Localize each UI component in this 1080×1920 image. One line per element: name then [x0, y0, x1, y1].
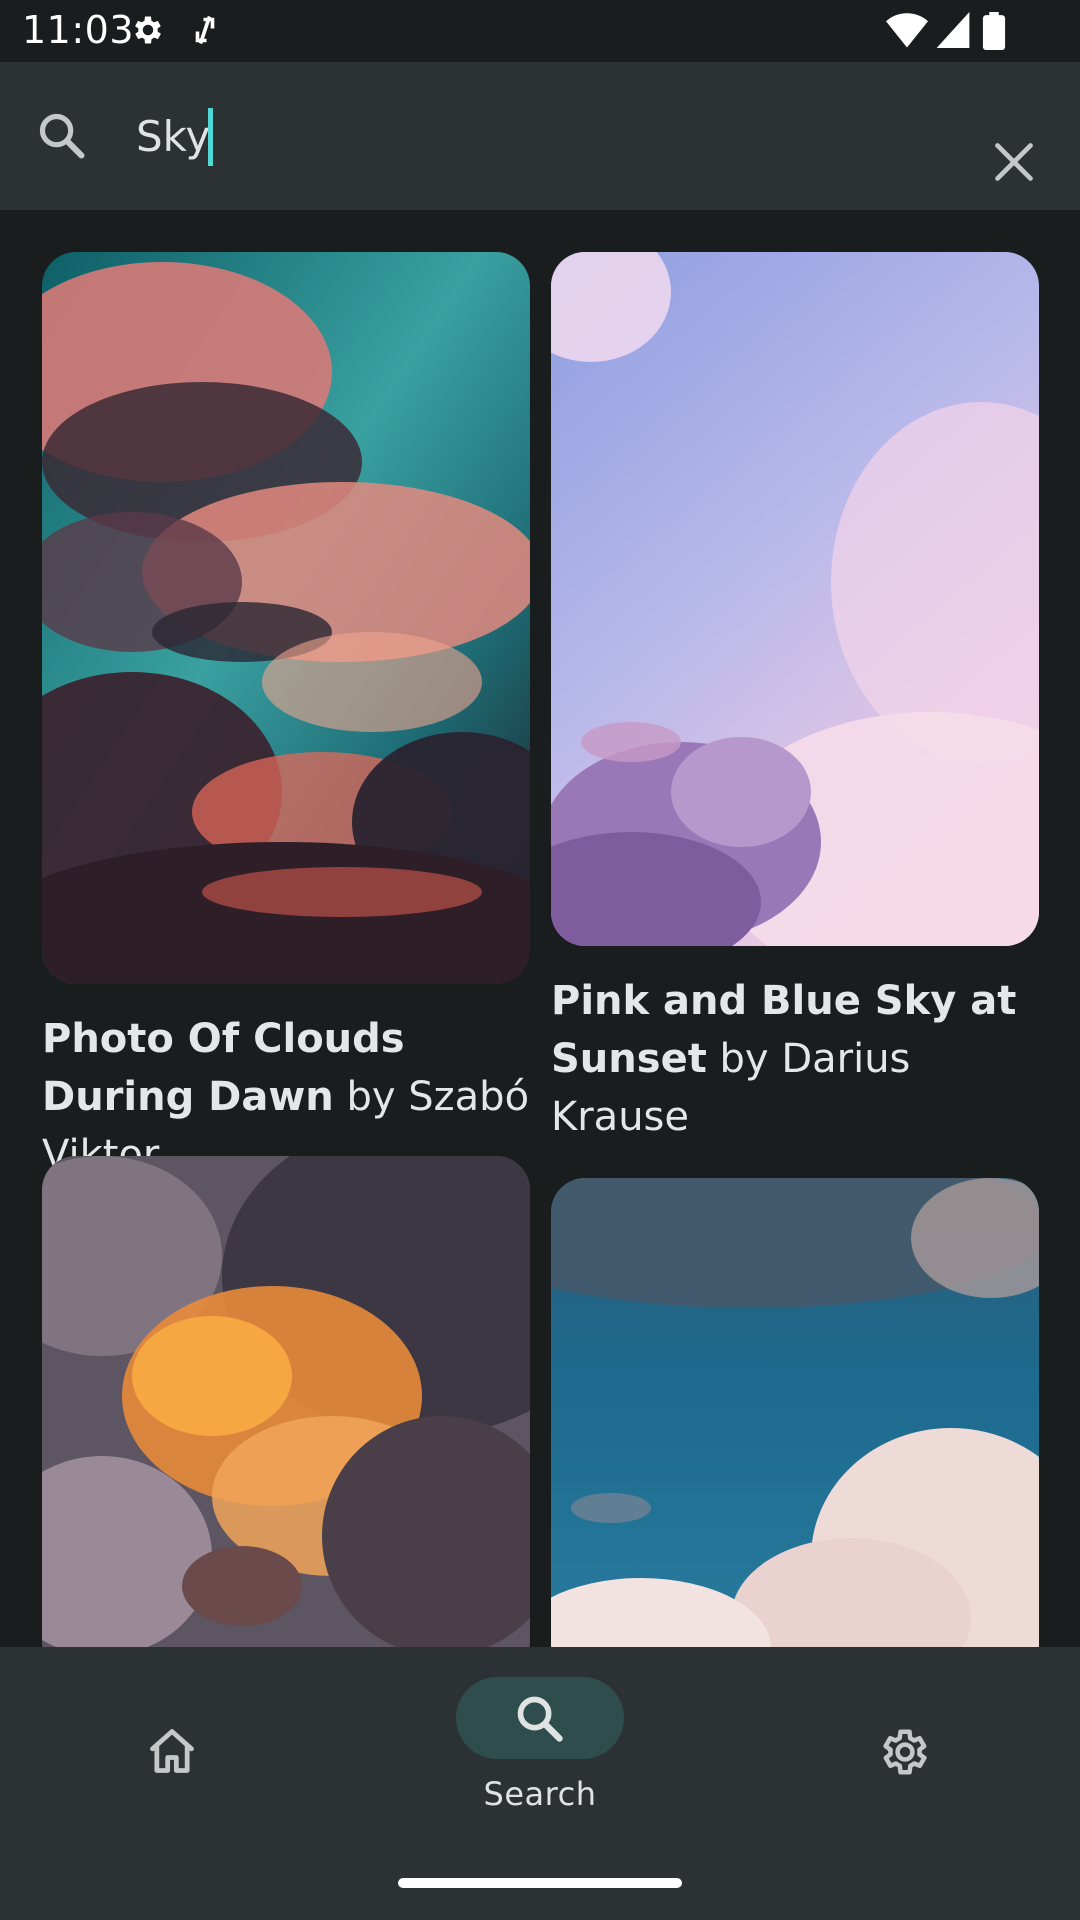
result-card[interactable]: Photo Of Clouds During Dawn by Szabó Vik…	[42, 252, 530, 1184]
result-card[interactable]	[42, 1156, 530, 1676]
data-saver-icon	[190, 12, 220, 52]
home-icon[interactable]	[146, 1725, 198, 1781]
status-time: 11:03	[22, 8, 135, 52]
result-card[interactable]	[551, 1178, 1039, 1678]
search-input[interactable]	[136, 102, 956, 170]
nav-label-search[interactable]: Search	[440, 1775, 640, 1813]
result-image[interactable]	[42, 252, 530, 984]
result-image[interactable]	[42, 1156, 530, 1676]
search-icon[interactable]	[514, 1693, 566, 1749]
wifi-icon	[886, 12, 928, 52]
gear-icon	[130, 12, 166, 52]
close-icon[interactable]	[992, 140, 1036, 188]
result-image[interactable]	[551, 252, 1039, 946]
battery-icon	[982, 12, 1006, 54]
result-caption: Pink and Blue Sky at Sunset by Darius Kr…	[551, 972, 1039, 1146]
result-image[interactable]	[551, 1178, 1039, 1678]
result-card[interactable]: Pink and Blue Sky at Sunset by Darius Kr…	[551, 252, 1039, 1146]
home-indicator[interactable]	[398, 1878, 682, 1888]
search-bar	[0, 62, 1080, 210]
settings-icon[interactable]	[878, 1725, 932, 1783]
cellular-signal-icon	[936, 12, 970, 52]
status-bar: 11:03	[0, 0, 1080, 62]
search-icon[interactable]	[36, 110, 88, 166]
text-caret	[208, 108, 213, 166]
